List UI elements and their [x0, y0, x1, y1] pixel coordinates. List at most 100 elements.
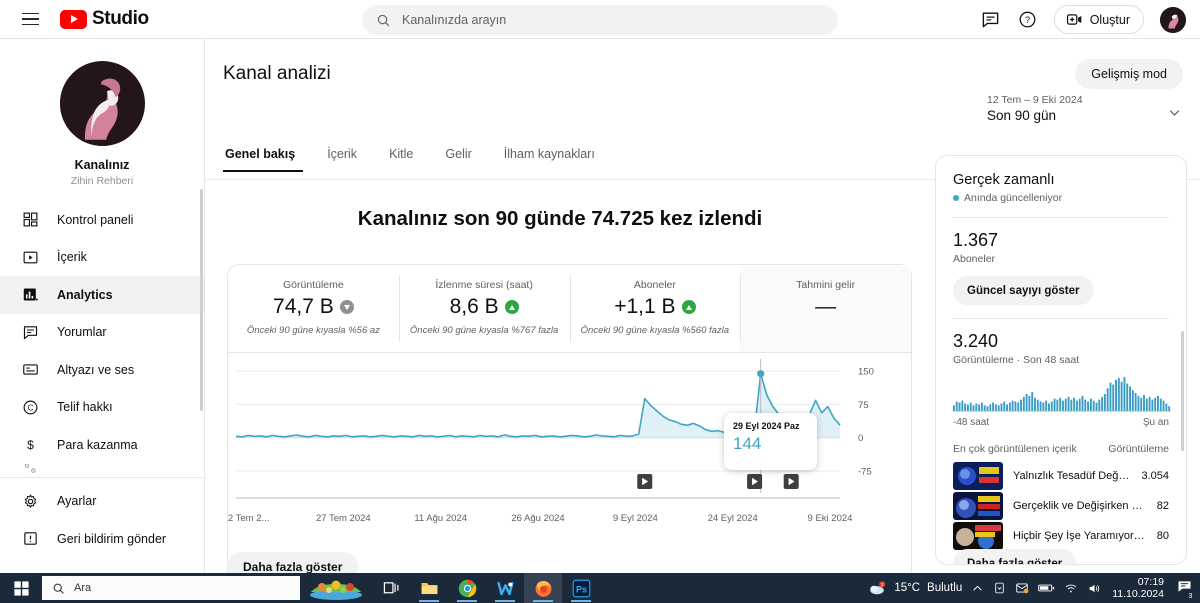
create-button[interactable]: Oluştur	[1053, 5, 1144, 34]
avatar[interactable]	[1160, 6, 1186, 33]
views-chart[interactable]: 150 75 0 -75 12 Tem 2... 27 Tem 2024 11 Ağu 20…	[228, 353, 911, 553]
weather-widget[interactable]: 1 15°C Bulutlu	[867, 579, 962, 597]
video-views: 3.054	[1141, 470, 1169, 482]
onedrive-icon[interactable]	[993, 581, 1006, 595]
tooltip-value: 144	[733, 434, 762, 453]
sidebar-item-analytics[interactable]: Analytics	[0, 276, 204, 314]
metric-value-wrap: 8,6 B	[399, 295, 570, 319]
top-content-header: En çok görüntülenen içerik Görüntüleme	[953, 443, 1169, 455]
weather-desc: Bulutlu	[927, 582, 963, 594]
subtitles-icon	[20, 360, 40, 380]
notification-icon[interactable]: 3	[1176, 578, 1196, 602]
windows-start-icon[interactable]	[0, 573, 42, 603]
tab-icerik[interactable]: İçerik	[311, 147, 373, 172]
list-item[interactable]: Gerçeklik ve Değişirken Evre... 82	[953, 491, 1169, 521]
chevron-down-icon	[1169, 110, 1180, 116]
chevron-up-icon[interactable]	[971, 582, 984, 595]
tab-gelir[interactable]: Gelir	[429, 147, 487, 172]
sidebar-item-label: Ayarlar	[57, 494, 97, 509]
sidebar-item-altyazi-ve-ses[interactable]: Altyazı ve ses	[0, 351, 204, 389]
sparkline-axis-labels: -48 saat Şu an	[953, 417, 1169, 428]
metric-value: 8,6 B	[449, 295, 499, 318]
sparkline-right-label: Şu an	[1142, 417, 1169, 428]
create-video-icon	[1066, 14, 1082, 25]
analytics-bar-icon	[20, 285, 40, 305]
sidebar-divider	[0, 476, 204, 478]
metric-value-wrap: 74,7 B	[228, 295, 399, 319]
sidebar-item-clipped[interactable]	[0, 463, 204, 474]
svg-text:75: 75	[858, 400, 869, 411]
realtime-live-status: Anında güncelleniyor	[953, 192, 1169, 204]
search-input[interactable]: Kanalınızda arayın	[362, 5, 838, 35]
help-icon[interactable]: ?	[1017, 9, 1038, 30]
youtube-logo-icon	[60, 9, 87, 29]
feedback-icon[interactable]	[980, 9, 1001, 30]
advanced-mode-button[interactable]: Gelişmiş mod	[1075, 59, 1183, 89]
top-bar: Studio Kanalınızda arayın ? Oluştur	[0, 0, 1200, 39]
sidebar-item-label: Yorumlar	[57, 325, 107, 340]
video-thumbnail	[953, 462, 1003, 490]
chart-tooltip: 29 Eyl 2024 Paz 144	[724, 413, 817, 470]
firefox-icon[interactable]	[524, 573, 562, 603]
hamburger-icon[interactable]	[14, 7, 54, 32]
realtime-sparkline[interactable]	[953, 375, 1171, 413]
show-current-count-button[interactable]: Güncel sayıyı göster	[953, 276, 1094, 305]
date-range-selector[interactable]: 12 Tem – 9 Eki 2024 Son 90 gün	[987, 94, 1183, 123]
taskbar-clock[interactable]: 07:19 11.10.2024	[1112, 576, 1164, 600]
tooltip-date: 29 Eyl 2024 Paz	[733, 421, 800, 431]
task-view-icon[interactable]	[372, 573, 410, 603]
list-item[interactable]: Yalnızlık Tesadüf Değil B... 3.054	[953, 461, 1169, 491]
google-chrome-icon[interactable]	[448, 573, 486, 603]
studio-logo[interactable]: Studio	[60, 8, 149, 30]
realtime-views-label: Görüntüleme · Son 48 saat	[953, 354, 1080, 366]
sidebar-item-para-kazanma[interactable]: $ Para kazanma	[0, 426, 204, 464]
show-more-button[interactable]: Daha fazla göster	[227, 552, 359, 573]
realtime-panel: Gerçek zamanlı Anında güncelleniyor 1.36…	[935, 155, 1187, 565]
metric-label: İzlenme süresi (saat)	[435, 279, 533, 291]
volume-icon[interactable]	[1087, 582, 1101, 595]
sidebar-item-geri-bildirim[interactable]: Geri bildirim gönder	[0, 520, 204, 558]
divider	[953, 217, 1169, 218]
copyright-icon: C	[20, 397, 40, 417]
mail-icon[interactable]	[1015, 581, 1029, 595]
taskbar-search-input[interactable]: Ara	[42, 576, 300, 600]
realtime-show-more-button[interactable]: Daha fazla göster	[953, 549, 1077, 564]
taskbar-widget-icon[interactable]	[300, 573, 372, 603]
cloud-icon: 1	[870, 581, 886, 595]
sidebar-item-kontrol-paneli[interactable]: Kontrol paneli	[0, 201, 204, 239]
create-button-label: Oluştur	[1089, 12, 1130, 27]
trend-down-icon	[339, 300, 354, 314]
top-content-label: En çok görüntülenen içerik	[953, 443, 1077, 455]
file-explorer-icon[interactable]	[410, 573, 448, 603]
metric-card-tahmini-gelir[interactable]: Tahmini gelir —	[740, 265, 911, 352]
metrics-row: Görüntüleme 74,7 B Önceki 90 güne kıyasl…	[228, 265, 911, 353]
svg-text:C: C	[27, 403, 33, 412]
date-range-label: Son 90 gün	[987, 108, 1057, 123]
realtime-scrollbar[interactable]	[1181, 331, 1184, 451]
tab-genel-bakis[interactable]: Genel bakış	[223, 147, 311, 172]
customization-icon	[20, 463, 40, 474]
svg-text:$: $	[27, 438, 34, 452]
metric-card-aboneler[interactable]: Aboneler +1,1 B Önceki 90 güne kıyasla %…	[569, 265, 741, 352]
svg-text:24 Eyl 2024: 24 Eyl 2024	[708, 513, 758, 524]
wifi-icon[interactable]	[1064, 582, 1078, 595]
channel-name: Kanalınız	[74, 158, 130, 172]
photoshop-icon[interactable]: Ps	[562, 573, 600, 603]
battery-icon[interactable]	[1038, 582, 1055, 594]
tab-ilham-kaynaklari[interactable]: İlham kaynakları	[488, 147, 611, 172]
metric-card-goruntuleme[interactable]: Görüntüleme 74,7 B Önceki 90 güne kıyasl…	[228, 265, 399, 352]
list-item[interactable]: Hiçbir Şey İşe Yaramıyorsa E... 80	[953, 521, 1169, 551]
wondershare-icon[interactable]	[486, 573, 524, 603]
sparkline-canvas	[953, 377, 1171, 412]
metric-card-izlenme-suresi[interactable]: İzlenme süresi (saat) 8,6 B Önceki 90 gü…	[398, 265, 570, 352]
sidebar-item-yorumlar[interactable]: Yorumlar	[0, 314, 204, 352]
channel-avatar[interactable]	[59, 61, 145, 146]
tab-kitle[interactable]: Kitle	[373, 147, 429, 172]
metric-delta: Önceki 90 güne kıyasla %767 fazla	[409, 325, 559, 336]
sidebar-item-ayarlar[interactable]: Ayarlar	[0, 483, 204, 521]
sidebar-scrollbar[interactable]	[200, 189, 203, 411]
sidebar-item-telif-hakki[interactable]: C Telif hakkı	[0, 389, 204, 427]
send-feedback-icon	[20, 529, 40, 549]
metric-value: +1,1 B	[614, 295, 676, 318]
sidebar-item-icerik[interactable]: İçerik	[0, 239, 204, 277]
